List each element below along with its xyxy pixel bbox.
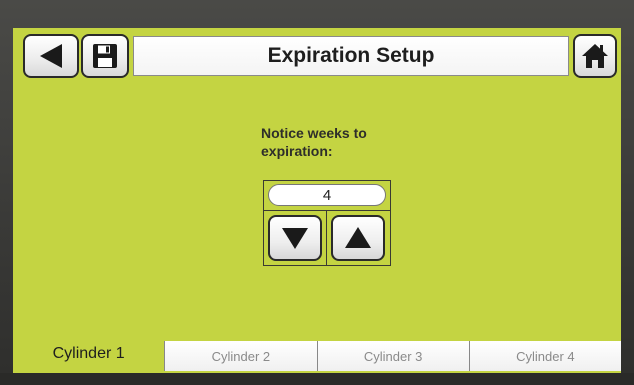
title-bar: Expiration Setup (133, 36, 569, 76)
device-bezel: Expiration Setup Notice weeks to expirat… (0, 0, 634, 385)
stepper-divider (326, 210, 327, 266)
down-triangle-icon (282, 228, 308, 249)
stepper-divider (264, 210, 390, 211)
weeks-value-field[interactable]: 4 (268, 184, 386, 206)
home-icon (582, 44, 608, 68)
increment-button[interactable] (331, 215, 385, 261)
tab-cylinder-2[interactable]: Cylinder 2 (164, 341, 317, 371)
back-arrow-icon (40, 44, 62, 68)
weeks-stepper: 4 (263, 180, 391, 266)
tab-cylinder-4[interactable]: Cylinder 4 (468, 341, 621, 371)
save-button[interactable] (81, 34, 129, 78)
floppy-disk-icon (93, 44, 117, 68)
notice-weeks-label: Notice weeks to expiration: (261, 125, 367, 159)
touch-screen: Expiration Setup Notice weeks to expirat… (13, 28, 621, 373)
home-button[interactable] (573, 34, 617, 78)
bezel-bottom-edge (0, 373, 634, 385)
back-button[interactable] (23, 34, 79, 78)
cylinder-tabs: Cylinder 1 Cylinder 2 Cylinder 3 Cylinde… (13, 337, 621, 373)
tab-cylinder-1[interactable]: Cylinder 1 (13, 337, 165, 371)
tab-cylinder-3[interactable]: Cylinder 3 (316, 341, 469, 371)
up-triangle-icon (345, 227, 371, 248)
decrement-button[interactable] (268, 215, 322, 261)
page-title: Expiration Setup (267, 44, 435, 67)
